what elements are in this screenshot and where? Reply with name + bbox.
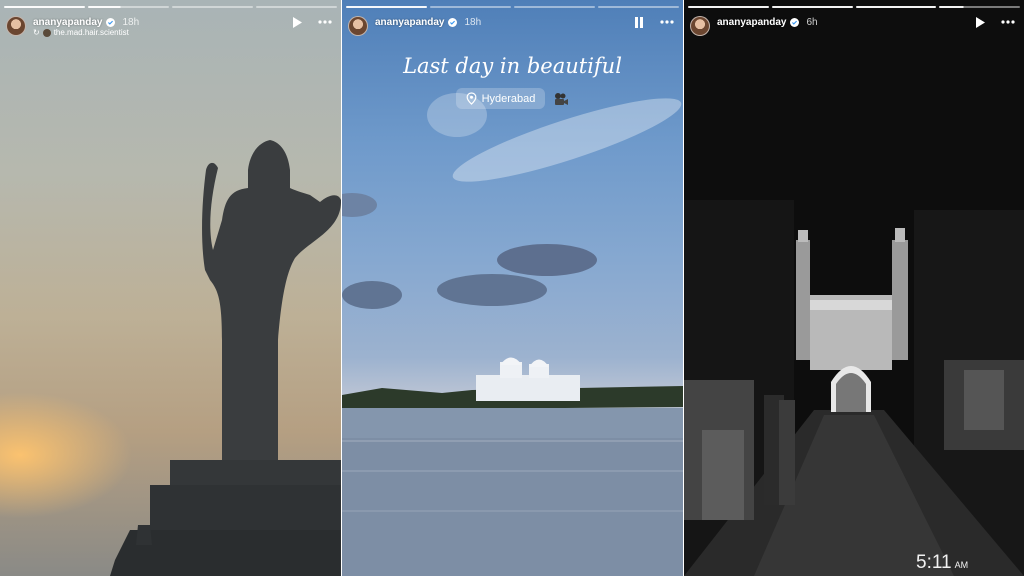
more-options-icon[interactable] (1000, 14, 1016, 30)
location-sticker[interactable]: Hyderabad (455, 88, 546, 109)
reshared-avatar (42, 28, 51, 37)
clock-overlay: 5:11 AM (916, 552, 968, 574)
reshare-icon: ↻ (33, 28, 40, 37)
story-header: ananyapanday 18h (348, 14, 675, 42)
verified-badge-icon (106, 17, 116, 27)
progress-segment (771, 6, 853, 8)
lake-and-palace-scene (342, 93, 683, 576)
username[interactable]: ananyapanday (717, 17, 786, 28)
clock-time: 5:11 (916, 552, 952, 573)
story-header: ananyapanday 18h ↻ the.mad.hair.scientis… (6, 14, 333, 42)
play-icon[interactable] (972, 14, 988, 30)
story-header: ananyapanday 6h (690, 14, 1016, 42)
progress-segment (430, 6, 511, 8)
story-progress-bar (346, 6, 679, 8)
avatar[interactable] (348, 16, 368, 36)
progress-segment (4, 6, 85, 8)
more-options-icon[interactable] (317, 14, 333, 30)
location-label: Hyderabad (481, 92, 536, 105)
verified-badge-icon (790, 17, 800, 27)
progress-segment (855, 6, 937, 8)
post-time: 6h (806, 16, 818, 28)
pause-icon[interactable] (631, 14, 647, 30)
charminar-night-street-scene (684, 200, 1024, 576)
reshared-username[interactable]: the.mad.hair.scientist (54, 28, 129, 37)
location-pin-icon (466, 92, 476, 105)
clock-ampm: AM (954, 560, 969, 570)
story-panel-2[interactable]: ananyapanday 18h Last day in beautiful H… (342, 0, 683, 576)
username[interactable]: ananyapanday (375, 17, 444, 28)
movie-camera-icon (555, 92, 569, 105)
story-progress-bar (688, 6, 1020, 8)
post-time: 18h (464, 16, 482, 28)
story-progress-bar (4, 6, 337, 8)
username[interactable]: ananyapanday (33, 17, 102, 28)
progress-segment (688, 6, 769, 8)
story-caption: Last day in beautiful (403, 54, 622, 78)
play-icon[interactable] (289, 14, 305, 30)
buddha-statue-silhouette (110, 140, 341, 576)
avatar[interactable] (6, 16, 26, 36)
progress-segment (88, 6, 169, 8)
avatar[interactable] (690, 16, 710, 36)
progress-segment (346, 6, 427, 8)
verified-badge-icon (448, 17, 458, 27)
progress-segment (172, 6, 253, 8)
story-panel-1[interactable]: ananyapanday 18h ↻ the.mad.hair.scientis… (0, 0, 341, 576)
more-options-icon[interactable] (659, 14, 675, 30)
story-panel-3[interactable]: ananyapanday 6h 5:11 AM (684, 0, 1024, 576)
progress-segment (514, 6, 595, 8)
post-time: 18h (122, 16, 140, 28)
